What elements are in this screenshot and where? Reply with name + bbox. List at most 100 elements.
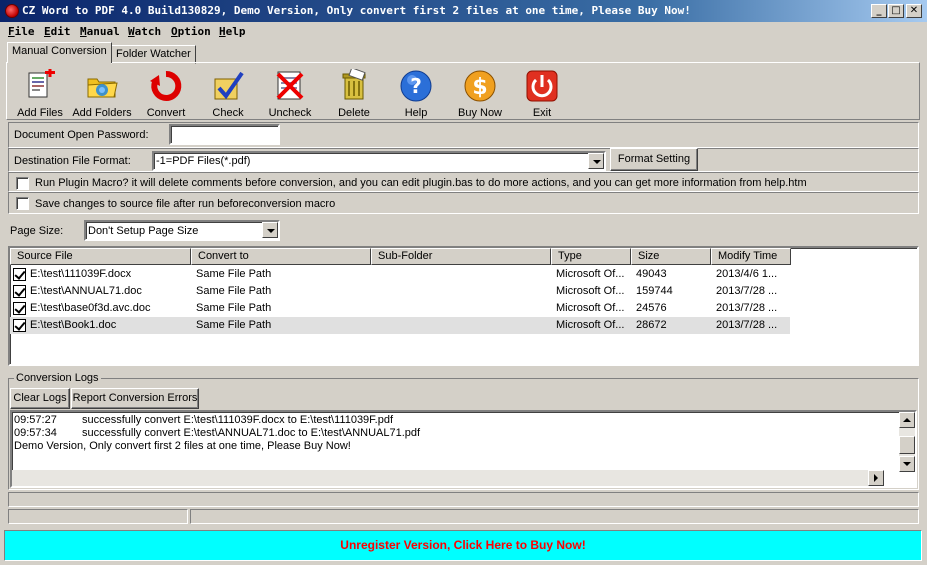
progress-bar: [8, 492, 919, 507]
delete-label: Delete: [338, 107, 370, 119]
table-row[interactable]: E:\test\ANNUAL71.doc Same File Path Micr…: [10, 283, 790, 300]
delete-icon: [337, 67, 371, 103]
save-changes-label: Save changes to source file after run be…: [35, 198, 336, 210]
uncheck-button[interactable]: Uncheck: [259, 69, 321, 119]
cell-modified: 2013/7/28 ...: [716, 302, 778, 314]
column-header-convert-to[interactable]: Convert to: [191, 248, 371, 265]
scroll-down-icon[interactable]: [899, 456, 915, 472]
tab-manual-conversion[interactable]: Manual Conversion: [7, 42, 112, 63]
buy-now-banner[interactable]: Unregister Version, Click Here to Buy No…: [4, 530, 922, 561]
status-panel-left: [8, 509, 188, 524]
table-row[interactable]: E:\test\111039F.docx Same File Path Micr…: [10, 266, 790, 283]
password-input[interactable]: [169, 124, 280, 145]
log-time: 09:57:27: [14, 414, 57, 426]
chevron-down-icon[interactable]: [588, 153, 604, 169]
page-size-value: Don't Setup Page Size: [88, 225, 199, 237]
destination-format-select[interactable]: -1=PDF Files(*.pdf): [152, 151, 606, 171]
table-row[interactable]: E:\test\base0f3d.avc.doc Same File Path …: [10, 300, 790, 317]
close-button[interactable]: ✕: [906, 4, 922, 18]
help-icon: ?: [399, 69, 433, 103]
check-icon: [211, 69, 245, 103]
column-header-type[interactable]: Type: [551, 248, 631, 265]
exit-button[interactable]: Exit: [511, 69, 573, 119]
cell-size: 24576: [636, 302, 667, 314]
scroll-thumb[interactable]: [899, 436, 915, 454]
report-conversion-errors-button[interactable]: Report Conversion Errors: [71, 388, 199, 409]
maximize-button[interactable]: □: [888, 4, 904, 18]
menu-watch[interactable]: Watch: [128, 25, 161, 38]
svg-text:?: ?: [410, 74, 422, 98]
cell-type: Microsoft Of...: [556, 268, 625, 280]
row-checkbox[interactable]: [13, 268, 26, 281]
toolbar-panel: Add Files Add Folders Convert Check Unch…: [6, 62, 920, 120]
plugin-macro-label: Run Plugin Macro? it will delete comment…: [35, 177, 807, 189]
log-message: successfully convert E:\test\ANNUAL71.do…: [82, 427, 421, 439]
conversion-logs-title: Conversion Logs: [14, 372, 101, 384]
cell-size: 49043: [636, 268, 667, 280]
cell-size: 159744: [636, 285, 673, 297]
plugin-macro-checkbox[interactable]: [16, 177, 29, 190]
app-icon[interactable]: [5, 4, 19, 18]
column-header-modify-time[interactable]: Modify Time: [711, 248, 791, 265]
vertical-scrollbar[interactable]: [899, 412, 915, 472]
log-time: 09:57:34: [14, 427, 57, 439]
row-checkbox[interactable]: [13, 302, 26, 315]
scroll-up-icon[interactable]: [899, 412, 915, 428]
help-label: Help: [404, 107, 428, 119]
minimize-button[interactable]: _: [871, 4, 887, 18]
exit-label: Exit: [532, 107, 552, 119]
clear-logs-button[interactable]: Clear Logs: [10, 388, 70, 409]
add-folders-button[interactable]: Add Folders: [71, 69, 133, 119]
row-checkbox[interactable]: [13, 285, 26, 298]
convert-button[interactable]: Convert: [135, 69, 197, 119]
save-changes-checkbox[interactable]: [16, 197, 29, 210]
log-line: Demo Version, Only convert first 2 files…: [14, 440, 351, 452]
page-size-label: Page Size:: [10, 225, 64, 237]
title-bar[interactable]: CZ Word to PDF 4.0 Build130829, Demo Ver…: [0, 0, 927, 22]
add-files-button[interactable]: Add Files: [9, 68, 71, 119]
menu-bar: File Edit Manual Watch Option Help: [0, 23, 927, 41]
cell-convert-to: Same File Path: [196, 268, 272, 280]
password-label: Document Open Password:: [14, 129, 149, 141]
buy-now-button[interactable]: $ Buy Now: [449, 69, 511, 119]
cell-source: E:\test\base0f3d.avc.doc: [30, 302, 151, 314]
window-title: CZ Word to PDF 4.0 Build130829, Demo Ver…: [22, 4, 691, 17]
cell-type: Microsoft Of...: [556, 302, 625, 314]
table-row[interactable]: E:\test\Book1.doc Same File Path Microso…: [10, 317, 790, 334]
add-folders-icon: [85, 69, 119, 103]
cell-modified: 2013/7/28 ...: [716, 319, 778, 331]
menu-option[interactable]: Option: [171, 25, 211, 38]
status-panel-right: [190, 509, 919, 524]
conversion-log-text[interactable]: 09:57:27 successfully convert E:\test\11…: [10, 410, 917, 488]
row-checkbox[interactable]: [13, 319, 26, 332]
menu-help[interactable]: Help: [219, 25, 246, 38]
cell-modified: 2013/4/6 1...: [716, 268, 778, 280]
buy-now-label: Buy Now: [457, 107, 503, 119]
log-line: 09:57:27 successfully convert E:\test\11…: [14, 414, 393, 426]
add-folders-label: Add Folders: [72, 107, 132, 119]
destination-format-row: Destination File Format: -1=PDF Files(*.…: [8, 148, 919, 172]
page-size-select[interactable]: Don't Setup Page Size: [84, 220, 280, 241]
horizontal-scrollbar[interactable]: [12, 470, 884, 486]
menu-manual[interactable]: Manual: [80, 25, 120, 38]
menu-edit[interactable]: Edit: [44, 25, 71, 38]
convert-label: Convert: [146, 107, 186, 119]
delete-button[interactable]: Delete: [323, 67, 385, 119]
check-button[interactable]: Check: [197, 69, 259, 119]
scroll-right-icon[interactable]: [868, 470, 884, 486]
uncheck-icon: [273, 69, 307, 103]
help-button[interactable]: ? Help: [385, 69, 447, 119]
format-setting-button[interactable]: Format Setting: [610, 148, 698, 171]
column-header-source-file[interactable]: Source File: [10, 248, 191, 265]
cell-convert-to: Same File Path: [196, 302, 272, 314]
chevron-down-icon[interactable]: [262, 222, 278, 238]
column-header-size[interactable]: Size: [631, 248, 711, 265]
add-files-icon: [23, 68, 57, 103]
uncheck-label: Uncheck: [268, 107, 312, 119]
password-row: Document Open Password:: [8, 122, 919, 148]
cell-source: E:\test\111039F.docx: [30, 268, 132, 280]
file-list[interactable]: Source File Convert to Sub-Folder Type S…: [8, 246, 919, 366]
cell-source: E:\test\ANNUAL71.doc: [30, 285, 142, 297]
menu-file[interactable]: File: [8, 25, 35, 38]
column-header-sub-folder[interactable]: Sub-Folder: [371, 248, 551, 265]
